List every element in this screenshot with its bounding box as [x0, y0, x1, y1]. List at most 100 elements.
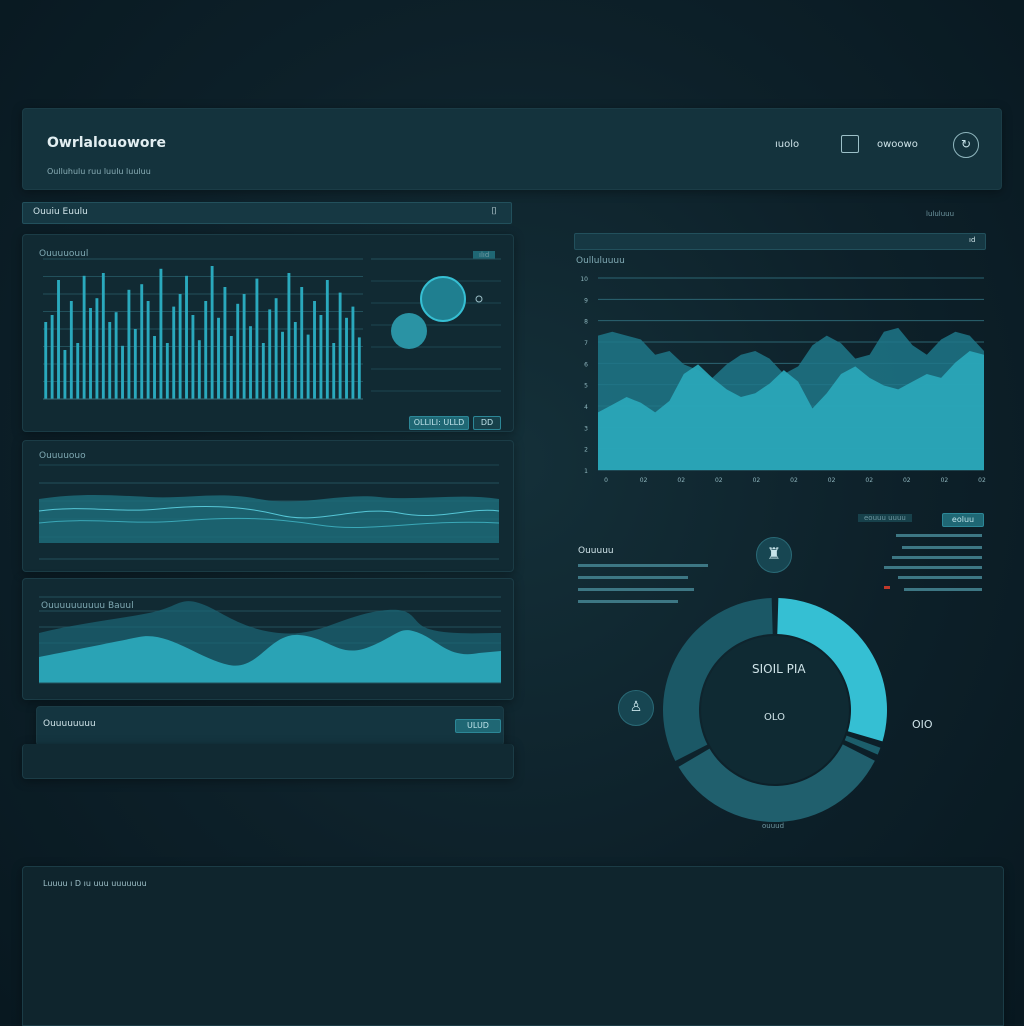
- bar: [204, 301, 208, 399]
- bar: [172, 306, 176, 399]
- bar: [101, 273, 105, 399]
- legend-caption: eouuu uuuu: [858, 514, 912, 522]
- bar: [287, 273, 291, 399]
- bar-chart: [43, 258, 363, 400]
- bar: [274, 298, 278, 399]
- area-chart-small: [39, 596, 501, 684]
- microphone-icon[interactable]: ♜: [756, 537, 792, 573]
- area-chart-strip: ıd: [574, 233, 986, 250]
- bar: [268, 309, 272, 399]
- x-tick-label: 02: [828, 477, 836, 484]
- bar: [185, 275, 188, 399]
- y-tick-label: 7: [584, 340, 588, 347]
- bar: [153, 336, 156, 399]
- bar-panel-button[interactable]: OLLILI: ULLD: [409, 416, 469, 430]
- bar: [44, 322, 48, 399]
- x-tick-label: 02: [978, 477, 986, 484]
- bar: [57, 280, 60, 399]
- bar: [210, 266, 214, 399]
- bar: [281, 331, 284, 399]
- donut-caption: ouuud: [762, 822, 785, 830]
- x-tick-label: 02: [715, 477, 723, 484]
- nav-item-2[interactable]: owoowo: [877, 139, 918, 150]
- y-tick-label: 9: [584, 297, 588, 304]
- bar: [127, 289, 131, 399]
- app-subtitle: Oulluhulu ruu luulu luuluu: [47, 167, 151, 176]
- y-tick-label: 6: [584, 361, 588, 368]
- section-bar: Ouuiu Euulu ⌷: [22, 202, 512, 224]
- y-tick-label: 2: [584, 447, 588, 454]
- footer-bar: Luuuu ı D ıu uuu uuuuuuu: [22, 866, 1004, 1026]
- bubble-chart: [371, 258, 501, 392]
- y-tick-label: 1: [584, 468, 588, 475]
- left-footer-button[interactable]: ULUD: [455, 719, 501, 733]
- bar: [293, 322, 297, 399]
- right-top-label: lululuuu: [926, 210, 955, 218]
- x-tick-label: 02: [677, 477, 685, 484]
- user-icon[interactable]: ↻: [953, 132, 979, 158]
- bar: [255, 278, 259, 399]
- person-icon[interactable]: ♙: [618, 690, 654, 726]
- wave-chart-title: Ouuuuouo: [39, 451, 86, 461]
- x-tick-label: 02: [753, 477, 761, 484]
- wave-chart-panel: Ouuuuouo: [22, 440, 514, 572]
- section-bar-icon[interactable]: ⌷: [491, 206, 497, 217]
- bar: [300, 287, 304, 399]
- header-bar: Owrlalouowore Oulluhulu ruu luulu luuluu…: [22, 108, 1002, 190]
- bar: [82, 275, 86, 399]
- bar: [69, 301, 73, 399]
- bar: [108, 322, 112, 399]
- bar: [223, 287, 227, 399]
- bar-chart-panel: Ouuuuouul ılıd OLLILI: ULLD DD: [22, 234, 514, 432]
- bar: [133, 329, 137, 399]
- left-footer-shade: [22, 744, 514, 779]
- bar: [249, 326, 252, 399]
- bar: [351, 306, 355, 399]
- bar: [178, 294, 182, 399]
- left-footer-panel: Ouuuuuuuu ULUD: [36, 706, 504, 746]
- y-tick-label: 8: [584, 319, 588, 326]
- app-title: Owrlalouowore: [47, 135, 166, 151]
- bar: [114, 312, 118, 399]
- x-tick-label: 02: [865, 477, 873, 484]
- bar: [165, 343, 169, 399]
- area-chart-title: Oulluluuuu: [576, 256, 625, 266]
- wave-chart: [38, 464, 500, 560]
- bar: [197, 340, 201, 399]
- donut-center-title: SIOIL PIA: [752, 662, 806, 676]
- bar: [217, 317, 220, 399]
- list-title: Ouuuuu: [578, 546, 614, 556]
- bar: [76, 343, 80, 399]
- bookmark-icon[interactable]: [841, 135, 859, 153]
- bar: [50, 315, 54, 399]
- bar: [146, 301, 150, 399]
- area-chart-panel-small: Ouuuuuuuuuu Bauul: [22, 578, 514, 700]
- bar: [121, 345, 124, 399]
- bar: [313, 301, 316, 399]
- x-tick-label: 0: [604, 477, 608, 484]
- x-tick-label: 02: [903, 477, 911, 484]
- area-chart: 109876543210 02 02 02 02 02 02 02 02 02 02: [580, 276, 986, 484]
- bar: [306, 334, 310, 399]
- left-footer-title: Ouuuuuuuu: [43, 719, 96, 729]
- section-bar-label: Ouuiu Euulu: [33, 207, 88, 217]
- bar: [140, 284, 144, 399]
- bar: [332, 343, 336, 399]
- bar: [63, 350, 67, 399]
- x-tick-label: 02: [941, 477, 949, 484]
- area-chart-strip-badge[interactable]: ıd: [969, 236, 975, 244]
- bar: [319, 315, 323, 399]
- footer-text: Luuuu ı D ıu uuu uuuuuuu: [43, 879, 147, 888]
- nav-item-1[interactable]: ıuolo: [775, 139, 799, 150]
- bar-panel-button-2[interactable]: DD: [473, 416, 501, 430]
- bar: [159, 268, 163, 399]
- bar: [338, 292, 342, 399]
- x-tick-label: 02: [790, 477, 798, 484]
- y-tick-label: 4: [584, 404, 588, 411]
- bar: [191, 315, 195, 399]
- x-tick-label: 02: [640, 477, 648, 484]
- bar: [229, 336, 233, 399]
- donut-center-value: OLO: [764, 712, 785, 723]
- y-tick-label: 10: [580, 276, 588, 283]
- legend-button[interactable]: eoluu: [942, 513, 984, 527]
